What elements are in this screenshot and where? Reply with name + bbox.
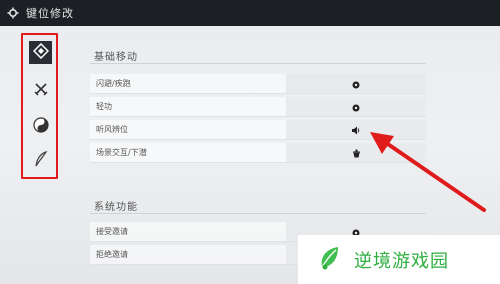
mouse-icon xyxy=(352,97,360,116)
keybind-key-cell[interactable] xyxy=(286,74,426,93)
section-title-system: 系统功能 xyxy=(94,202,138,213)
annotation-arrow xyxy=(370,132,486,212)
diamond-icon xyxy=(32,42,49,63)
crossed-swords-icon xyxy=(34,81,48,100)
section-title-movement: 基础移动 xyxy=(94,52,138,63)
keybind-row-qinggong[interactable]: 轻功 xyxy=(90,97,426,117)
sidebar-item-skills[interactable] xyxy=(29,115,52,138)
keybind-label: 听风辨位 xyxy=(96,125,128,134)
sidebar-item-combat[interactable] xyxy=(29,79,52,102)
keybind-label: 场景交互/下潜 xyxy=(96,148,147,157)
yin-yang-icon xyxy=(32,116,49,137)
gear-icon xyxy=(6,6,20,20)
keybind-key-cell[interactable] xyxy=(286,97,426,116)
mouse-icon xyxy=(352,74,360,93)
title-bar: 键位修改 xyxy=(0,0,500,26)
keybind-label: 轻功 xyxy=(96,102,112,111)
window-title: 键位修改 xyxy=(26,7,74,20)
sidebar-highlight-frame xyxy=(21,33,58,179)
section-divider xyxy=(90,63,426,64)
sidebar-item-other[interactable] xyxy=(29,149,52,172)
keybind-label: 接受邀请 xyxy=(96,227,128,236)
keybind-label: 拒绝邀请 xyxy=(96,250,128,259)
keybind-label: 闪避/疾跑 xyxy=(96,79,131,88)
watermark-text: 逆境游戏园 xyxy=(354,250,449,272)
leaf-logo-icon xyxy=(318,245,342,275)
sidebar-item-movement[interactable] xyxy=(29,41,52,64)
watermark: 逆境游戏园 xyxy=(298,235,500,284)
keybind-row-dodge[interactable]: 闪避/疾跑 xyxy=(90,74,426,94)
feather-icon xyxy=(34,150,48,171)
